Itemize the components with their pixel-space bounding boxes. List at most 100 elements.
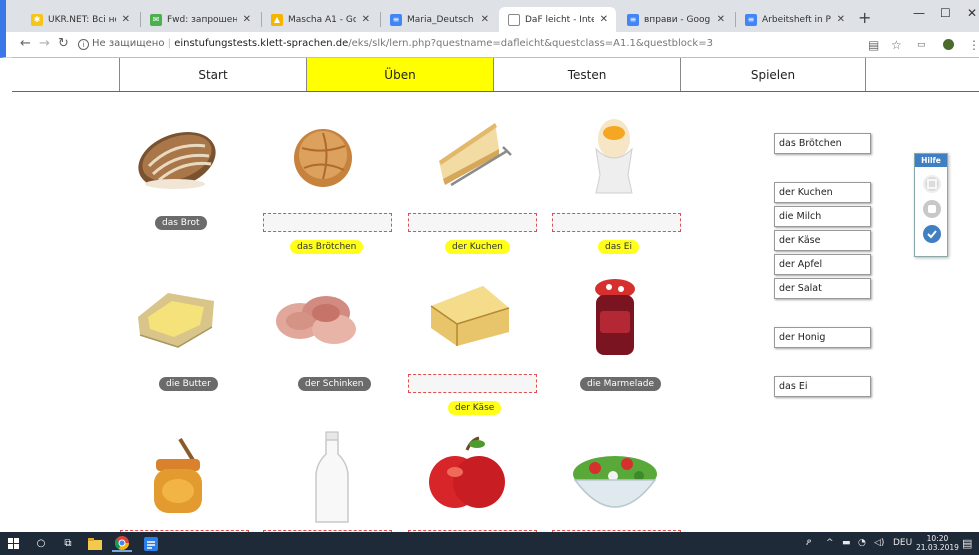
clock-time: 10:20 <box>926 534 949 543</box>
file-explorer-icon[interactable] <box>86 535 104 552</box>
cake-image <box>439 123 512 187</box>
menu-icon[interactable]: ⋮ <box>968 38 979 52</box>
answer-dropzone[interactable] <box>408 213 537 232</box>
browser-tab-ukrnet[interactable]: ✱ UKR.NET: Всі новини У ✕ <box>22 7 138 32</box>
new-tab-button[interactable]: + <box>858 10 871 26</box>
site-nav: Start Üben Testen Spielen <box>12 57 979 92</box>
mail-icon: ✉ <box>150 13 162 26</box>
task-view-icon[interactable]: ⧉ <box>60 535 76 552</box>
docs-app-icon[interactable] <box>142 535 160 552</box>
close-icon[interactable]: ✕ <box>243 14 251 25</box>
egg-image <box>595 119 633 194</box>
close-icon[interactable]: ✕ <box>122 14 130 25</box>
language-indicator[interactable]: DEU <box>893 538 912 548</box>
nav-testen[interactable]: Testen <box>493 58 680 91</box>
tab-label: Fwd: запрошення на л <box>167 14 237 25</box>
card-label: der Schinken <box>298 377 371 391</box>
browser-tab-docs[interactable]: ≡ Maria_Deutsch - Goog ✕ <box>381 7 497 32</box>
help-panel: Hilfe (-) <box>914 153 948 257</box>
close-icon[interactable]: ✕ <box>600 14 608 25</box>
word-card[interactable]: der Honig <box>774 327 871 348</box>
tab-label: UKR.NET: Всі новини У <box>48 14 116 25</box>
ham-image <box>276 296 356 344</box>
insecure-label: Не защищено <box>92 38 165 49</box>
minimize-icon[interactable]: — <box>913 6 925 20</box>
back-icon[interactable]: ← <box>20 37 31 51</box>
browser-tab-drive[interactable]: ▲ Mascha A1 - Google Д ✕ <box>262 7 378 32</box>
answer-dropzone[interactable] <box>552 213 681 232</box>
info-icon[interactable]: i <box>78 39 89 50</box>
check-icon[interactable] <box>923 225 941 243</box>
maximize-icon[interactable]: ☐ <box>940 6 951 20</box>
url-host: einstufungstests.klett-sprachen.de <box>174 38 349 49</box>
roll-image <box>294 129 352 187</box>
browser-tab-arbeitsheft[interactable]: ≡ Arbeitsheft in Phonetik ✕ <box>736 7 853 32</box>
book-icon[interactable] <box>923 175 941 193</box>
nav-start[interactable]: Start <box>119 58 306 91</box>
translate-icon[interactable]: ▤ <box>868 38 879 52</box>
docs-icon: ≡ <box>390 13 402 26</box>
word-card[interactable]: das Ei <box>774 376 871 397</box>
extension-icon[interactable]: ▭ <box>917 40 926 50</box>
close-icon[interactable]: ✕ <box>481 14 489 25</box>
reload-icon[interactable]: ↻ <box>58 37 69 51</box>
star-icon[interactable]: ☆ <box>891 38 902 52</box>
network-icon[interactable]: ◔ <box>858 538 866 548</box>
word-card[interactable]: das Brötchen <box>774 133 871 154</box>
tray-expand-icon[interactable]: ^ <box>826 538 834 548</box>
close-window-icon[interactable]: ✕ <box>967 6 977 20</box>
milk-image <box>315 431 349 523</box>
nav-spielen[interactable]: Spielen <box>680 58 866 91</box>
apple-image <box>429 436 505 508</box>
answer-dropzone[interactable] <box>263 213 392 232</box>
help-toggle[interactable]: Hilfe (-) <box>915 154 947 178</box>
tab-label: DaF leicht - Interaktiv <box>525 14 594 25</box>
card-label: die Butter <box>159 377 218 391</box>
tab-label: вправи - Google Доку <box>644 14 711 25</box>
page-icon <box>508 13 520 26</box>
reset-icon[interactable] <box>923 200 941 218</box>
word-card[interactable]: die Milch <box>774 206 871 227</box>
notification-icon[interactable]: ▤ <box>962 537 972 550</box>
windows-start-icon[interactable] <box>6 535 20 552</box>
tab-label: Maria_Deutsch - Goog <box>407 14 475 25</box>
word-card[interactable]: der Salat <box>774 278 871 299</box>
browser-tab-vpravy[interactable]: ≡ вправи - Google Доку ✕ <box>618 7 733 32</box>
honey-image <box>154 437 202 513</box>
clock[interactable]: 10:20 21.03.2019 <box>916 534 959 552</box>
close-icon[interactable]: ✕ <box>717 14 725 25</box>
address-bar: ← → ↻ i Не защищено | einstufungstests.k… <box>0 32 979 58</box>
cheese-image <box>430 286 510 346</box>
close-icon[interactable]: ✕ <box>837 14 845 25</box>
tab-label: Mascha A1 - Google Д <box>288 14 356 25</box>
browser-tab-mail[interactable]: ✉ Fwd: запрошення на л ✕ <box>141 7 259 32</box>
search-icon[interactable]: ○ <box>34 535 48 552</box>
answer-label: das Ei <box>598 240 639 254</box>
word-card[interactable]: der Käse <box>774 230 871 251</box>
nav-ueben[interactable]: Üben <box>306 58 493 91</box>
salad-image <box>573 456 657 508</box>
taskbar: ○ ⧉ ዖ ^ ▬ ◔ ◁) DEU 10:20 21.03.2019 ▤ <box>0 532 979 555</box>
profile-avatar[interactable] <box>943 39 954 50</box>
tab-label: Arbeitsheft in Phonetik <box>762 14 831 25</box>
answer-label: der Kuchen <box>445 240 510 254</box>
browser-tab-daf-active[interactable]: DaF leicht - Interaktiv ✕ <box>499 7 616 32</box>
url-path: /eks/slk/lern.php?questname=dafleicht&qu… <box>348 38 713 49</box>
battery-icon[interactable]: ▬ <box>842 538 851 548</box>
word-card[interactable]: der Kuchen <box>774 182 871 203</box>
bread-image <box>138 131 216 189</box>
answer-dropzone[interactable] <box>408 374 537 393</box>
browser-tab-bar: ✱ UKR.NET: Всі новини У ✕ ✉ Fwd: запроше… <box>0 0 979 32</box>
clock-date: 21.03.2019 <box>916 543 959 552</box>
docs-icon: ≡ <box>745 13 757 26</box>
volume-icon[interactable]: ◁) <box>874 538 884 548</box>
ukrnet-icon: ✱ <box>31 13 43 26</box>
jam-image <box>595 279 635 355</box>
close-icon[interactable]: ✕ <box>362 14 370 25</box>
butter-image <box>138 293 214 348</box>
people-icon[interactable]: ዖ <box>806 538 811 548</box>
word-card[interactable]: der Apfel <box>774 254 871 275</box>
url-field[interactable]: Не защищено | einstufungstests.klett-spr… <box>92 38 713 49</box>
forward-icon[interactable]: → <box>39 37 50 51</box>
chrome-icon[interactable] <box>112 535 132 552</box>
